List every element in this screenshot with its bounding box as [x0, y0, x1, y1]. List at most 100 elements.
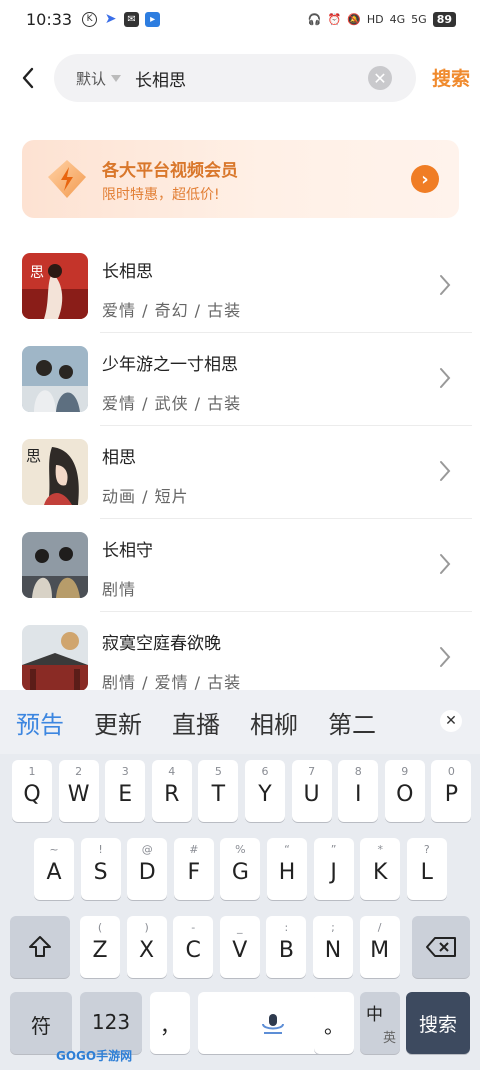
chevron-right-icon	[440, 368, 451, 388]
clear-icon[interactable]: ✕	[368, 66, 392, 90]
battery-level: 89	[432, 11, 456, 27]
shift-key[interactable]	[10, 916, 70, 978]
svg-text:思: 思	[26, 447, 41, 465]
results-list: 思 长相思 爱情 / 奇幻 / 古装 少年游之一寸相思 爱情 / 武侠 / 古装	[0, 240, 480, 705]
key-e[interactable]: 3E	[105, 760, 146, 822]
signal-4g: 4G	[389, 12, 406, 26]
key-u[interactable]: 7U	[291, 760, 332, 822]
key-hint: “	[284, 843, 290, 856]
search-header: 默认 ✕ 搜索	[0, 54, 480, 102]
result-row[interactable]: 长相守 剧情	[0, 519, 480, 612]
key-hint: ~	[49, 843, 59, 856]
period-key[interactable]: 。	[314, 992, 354, 1054]
key-i[interactable]: 8I	[338, 760, 379, 822]
key-letter: L	[420, 860, 433, 885]
key-hint: 2	[75, 765, 83, 778]
vip-promo-banner[interactable]: 各大平台视频会员 限时特惠，超低价! ›	[22, 140, 459, 218]
suggestion-item[interactable]: 第二	[328, 705, 376, 740]
result-tags: 动画 / 短片	[102, 487, 189, 506]
numbers-key[interactable]: 123	[80, 992, 142, 1054]
key-x[interactable]: ) X	[126, 916, 167, 978]
key-hint: 9	[401, 765, 409, 778]
key-z[interactable]: (Z	[80, 916, 120, 978]
key-a[interactable]: ~ A	[34, 838, 74, 900]
key-letter: R	[164, 782, 180, 807]
key-hint: 0	[447, 765, 455, 778]
suggestion-item[interactable]: 更新	[94, 705, 142, 740]
result-tags: 剧情	[102, 580, 137, 599]
symbols-key[interactable]: 符	[10, 992, 72, 1054]
result-row[interactable]: 少年游之一寸相思 爱情 / 武侠 / 古装	[0, 333, 480, 426]
key-n[interactable]: ; N	[313, 916, 353, 978]
key-hint: 7	[308, 765, 316, 778]
key-letter: A	[46, 860, 62, 885]
key-hint: 1	[28, 765, 36, 778]
key-hint: -	[191, 921, 196, 934]
key-hint: ”	[330, 843, 337, 856]
key-letter: F	[187, 860, 201, 885]
language-switch-key[interactable]: 中 英	[360, 992, 400, 1054]
key-hint: ?	[423, 843, 430, 856]
key-w[interactable]: 2W	[58, 760, 99, 822]
result-row[interactable]: 思 相思 动画 / 短片	[0, 426, 480, 519]
result-title: 长相守	[102, 541, 153, 561]
key-c[interactable]: -C	[173, 916, 214, 978]
backspace-key[interactable]	[412, 916, 470, 978]
key-j[interactable]: ” J	[313, 838, 354, 900]
key-y[interactable]: 6Y	[245, 760, 285, 822]
key-hint: :	[284, 921, 289, 934]
key-letter: N	[324, 938, 342, 963]
key-letter: Q	[23, 782, 41, 807]
mail-icon: ✉	[124, 11, 140, 27]
headphone-icon: 🎧	[307, 12, 322, 26]
suggestion-item[interactable]: 相柳	[250, 705, 298, 740]
alarm-icon: ⏰	[327, 12, 342, 26]
suggestion-item[interactable]: 直播	[172, 705, 220, 740]
key-d[interactable]: @ D	[127, 838, 168, 900]
result-title: 相思	[102, 448, 136, 468]
key-v[interactable]: _ V	[219, 916, 260, 978]
arrow-app-icon: ➤	[104, 10, 117, 27]
key-m[interactable]: / M	[359, 916, 400, 978]
key-s[interactable]: ! S	[80, 838, 121, 900]
key-hint: 8	[354, 765, 362, 778]
key-hint: 3	[121, 765, 129, 778]
key-f[interactable]: # F	[173, 838, 214, 900]
key-t[interactable]: 5T	[198, 760, 239, 822]
suggestion-bar: 预告 更新 直播 相柳 第二 ✕	[0, 690, 480, 754]
suggestion-item[interactable]: 预告	[16, 705, 64, 740]
result-title: 长相思	[102, 262, 153, 282]
result-thumbnail: 思	[22, 253, 88, 319]
key-letter: O	[396, 782, 414, 807]
key-l[interactable]: ? L	[406, 838, 447, 900]
search-input[interactable]	[135, 68, 346, 88]
filter-dropdown[interactable]: 默认	[76, 68, 106, 89]
chevron-right-icon	[440, 461, 451, 481]
chevron-right-icon	[440, 647, 451, 667]
key-o[interactable]: 9O	[384, 760, 425, 822]
key-r[interactable]: 4R	[151, 760, 192, 822]
key-hint: @	[141, 843, 153, 856]
key-letter: Y	[258, 782, 272, 807]
promo-arrow-icon[interactable]: ›	[411, 165, 439, 193]
key-letter: T	[211, 782, 226, 807]
caret-down-icon[interactable]	[111, 74, 122, 82]
key-letter: S	[93, 860, 108, 885]
search-button[interactable]: 搜索	[432, 64, 470, 91]
key-g[interactable]: % G	[220, 838, 261, 900]
key-h[interactable]: “H	[267, 838, 307, 900]
key-hint: /	[377, 921, 382, 934]
search-enter-key[interactable]: 搜索	[406, 992, 470, 1054]
key-p[interactable]: 0P	[431, 760, 472, 822]
key-b[interactable]: :B	[266, 916, 307, 978]
close-suggestions-icon[interactable]: ✕	[440, 710, 462, 732]
result-row[interactable]: 思 长相思 爱情 / 奇幻 / 古装	[0, 240, 480, 333]
comma-key[interactable]: ，	[150, 992, 190, 1054]
key-q[interactable]: 1Q	[12, 760, 52, 822]
back-arrow-icon[interactable]	[16, 64, 40, 92]
key-hint: #	[189, 843, 199, 856]
key-hint: )	[144, 921, 149, 934]
key-letter: I	[354, 782, 362, 807]
key-k[interactable]: * K	[360, 838, 401, 900]
result-thumbnail	[22, 346, 88, 412]
